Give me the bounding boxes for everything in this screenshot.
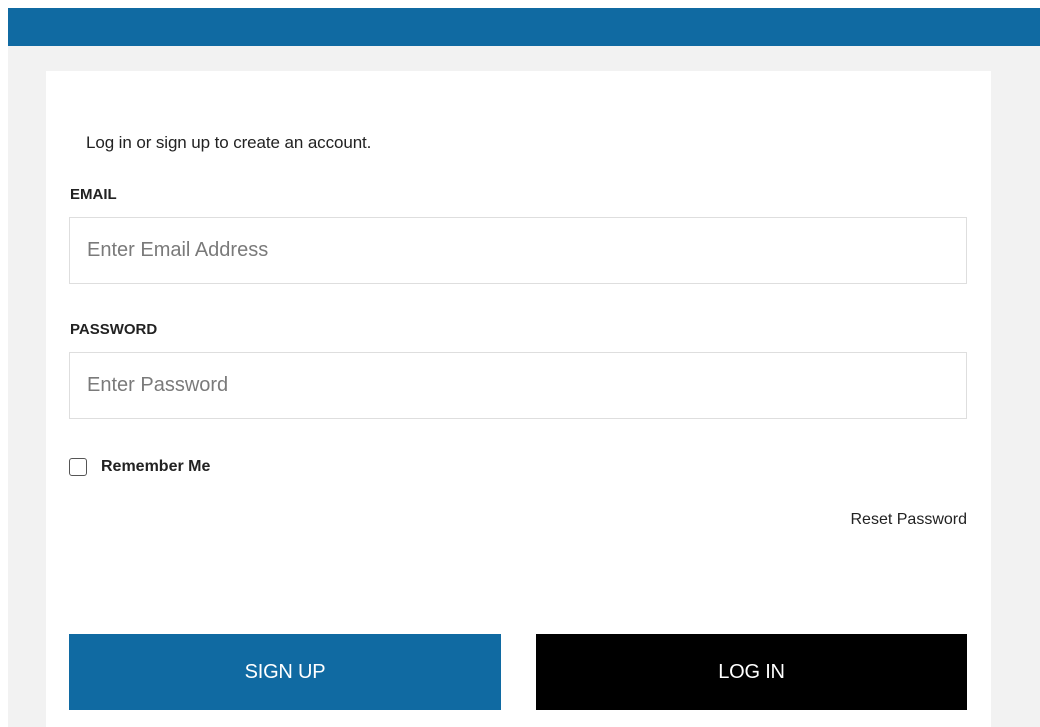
sign-up-button[interactable]: SIGN UP — [69, 634, 501, 710]
email-label: EMAIL — [70, 186, 117, 203]
remember-me-label[interactable]: Remember Me — [101, 458, 210, 476]
intro-text: Log in or sign up to create an account. — [86, 133, 372, 152]
login-page: Log in or sign up to create an account. … — [0, 0, 1040, 727]
password-field[interactable] — [69, 352, 967, 419]
reset-password-link[interactable]: Reset Password — [851, 511, 968, 529]
email-field[interactable] — [69, 217, 967, 284]
password-label: PASSWORD — [70, 321, 158, 338]
remember-me[interactable]: Remember Me — [69, 456, 210, 478]
header-bar — [8, 8, 1040, 46]
remember-me-checkbox[interactable] — [69, 458, 87, 476]
log-in-button[interactable]: LOG IN — [536, 634, 967, 710]
